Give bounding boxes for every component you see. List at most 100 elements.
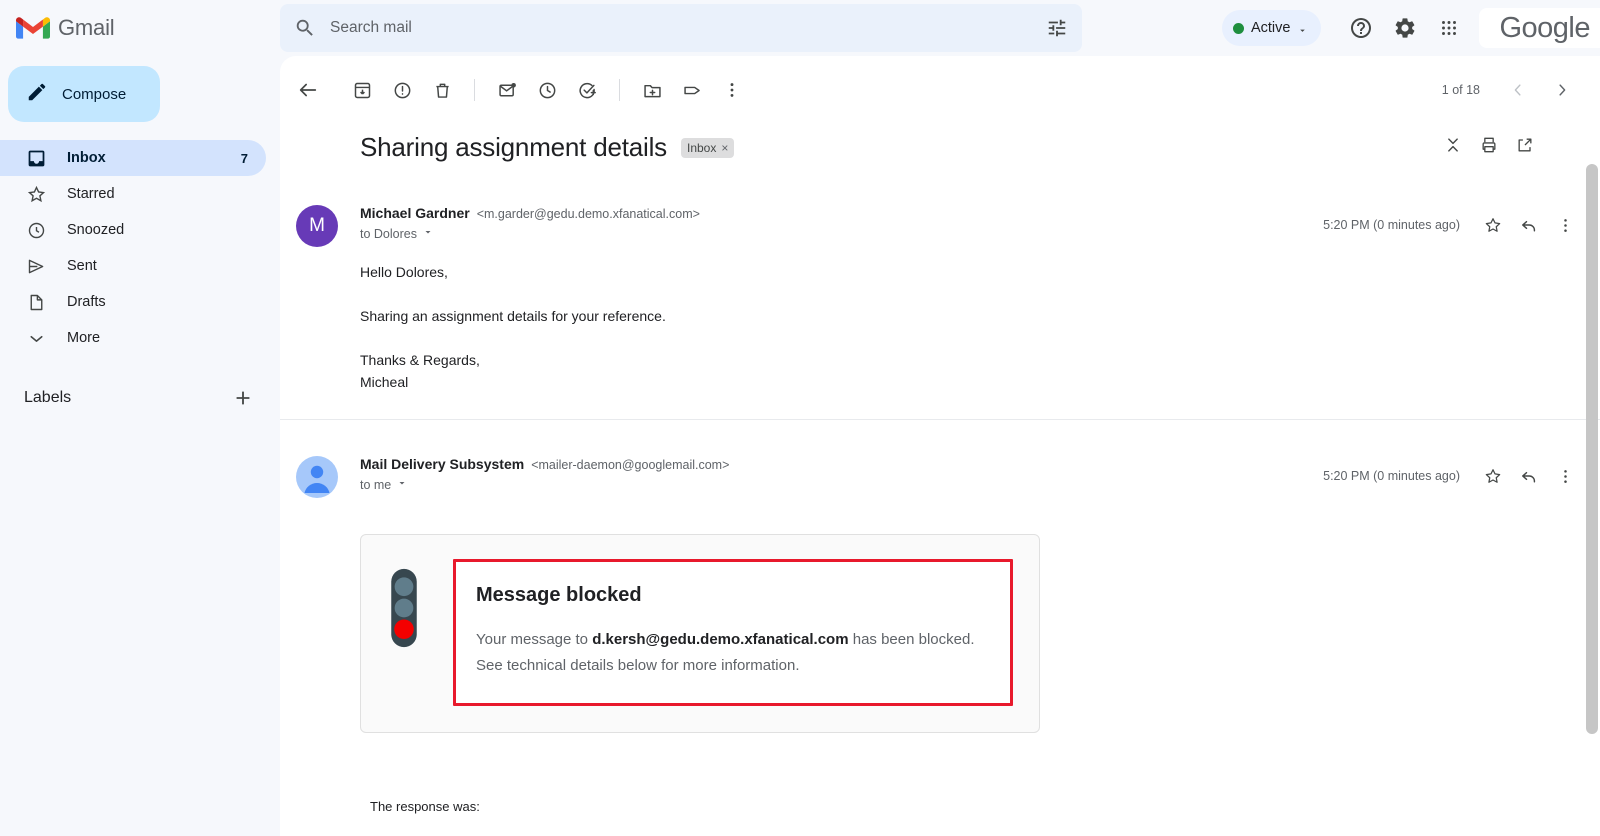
message-1-actions: 5:20 PM (0 minutes ago)	[1323, 201, 1582, 247]
message-toolbar: 1 of 18	[280, 66, 1600, 114]
chevron-down-icon	[422, 226, 434, 241]
inbox-unread-count: 7	[240, 150, 248, 166]
sidebar-item-snoozed[interactable]: Snoozed	[0, 212, 266, 248]
avatar[interactable]: M	[296, 205, 338, 247]
toolbar-divider	[619, 79, 620, 101]
chevron-down-icon	[26, 328, 47, 349]
recipient-line[interactable]: to me	[360, 477, 1323, 492]
clock-icon	[26, 220, 47, 241]
print-button[interactable]	[1472, 128, 1506, 162]
close-icon[interactable]: ×	[721, 141, 728, 155]
google-account-panel[interactable]: Google	[1479, 8, 1600, 48]
sidebar-item-drafts[interactable]: Drafts	[0, 284, 266, 320]
gmail-wordmark: Gmail	[58, 15, 115, 40]
help-button[interactable]	[1339, 6, 1383, 50]
sender-email: <mailer-daemon@googlemail.com>	[531, 458, 730, 472]
recipient-text: to me	[360, 477, 392, 492]
body-paragraph: Sharing an assignment details for your r…	[360, 308, 666, 324]
labels-title: Labels	[24, 389, 72, 406]
sidebar-item-sent[interactable]: Sent	[0, 248, 266, 284]
status-label: Active	[1250, 20, 1291, 36]
top-bar: Gmail Active	[0, 0, 1600, 56]
message-timestamp: 5:20 PM (0 minutes ago)	[1323, 469, 1460, 483]
recipient-line[interactable]: to Dolores	[360, 226, 1323, 241]
draft-icon	[26, 292, 47, 313]
sidebar-item-inbox[interactable]: Inbox 7	[0, 140, 266, 176]
prev-page-button[interactable]	[1498, 70, 1538, 110]
google-apps-button[interactable]	[1427, 6, 1471, 50]
open-in-new-window-button[interactable]	[1508, 128, 1542, 162]
sidebar: Compose Inbox 7 Starred Snoozed Sent Dra…	[0, 56, 280, 836]
add-label-icon[interactable]	[232, 387, 254, 409]
star-button[interactable]	[1476, 459, 1510, 493]
page-title: Sharing assignment details	[360, 132, 667, 162]
message-pane: 1 of 18 Sharing assignment details Inbox…	[280, 56, 1600, 836]
thread-label-chip[interactable]: Inbox ×	[680, 137, 735, 158]
status-dot-icon	[1232, 22, 1244, 34]
inbox-icon	[26, 148, 47, 169]
compose-button[interactable]: Compose	[8, 66, 160, 122]
message-2: Mail Delivery Subsystem <mailer-daemon@g…	[280, 440, 1600, 836]
message-2-header: Mail Delivery Subsystem <mailer-daemon@g…	[280, 452, 1600, 498]
message-2-actions: 5:20 PM (0 minutes ago)	[1323, 452, 1582, 498]
next-page-button[interactable]	[1542, 70, 1582, 110]
top-bar-right: Active Google	[1082, 0, 1600, 56]
message-more-button[interactable]	[1548, 459, 1582, 493]
search-input[interactable]	[330, 19, 1046, 37]
reply-button[interactable]	[1512, 459, 1546, 493]
sidebar-item-starred[interactable]: Starred	[0, 176, 266, 212]
recipient-text: to Dolores	[360, 226, 417, 241]
sidebar-item-more[interactable]: More	[0, 320, 266, 356]
add-to-tasks-button[interactable]	[567, 70, 607, 110]
delete-button[interactable]	[422, 70, 462, 110]
search-filter-icon[interactable]	[1046, 17, 1068, 39]
more-options-button[interactable]	[712, 70, 752, 110]
message-1-body: Hello Dolores, Sharing an assignment det…	[280, 247, 1600, 393]
body-greeting: Hello Dolores,	[360, 264, 448, 280]
settings-button[interactable]	[1383, 6, 1427, 50]
mark-unread-button[interactable]	[487, 70, 527, 110]
star-icon	[26, 184, 47, 205]
google-wordmark: Google	[1499, 11, 1590, 44]
gmail-logo-icon	[16, 15, 50, 41]
chevron-down-icon	[396, 477, 408, 492]
sidebar-item-label: Inbox	[67, 150, 106, 166]
thread-actions	[1436, 128, 1542, 162]
labels-section-header: Labels	[0, 378, 280, 418]
blocked-description: Your message to d.kersh@gedu.demo.xfanat…	[476, 627, 988, 679]
toolbar-divider	[474, 79, 475, 101]
sender-line: Michael Gardner <m.garder@gedu.demo.xfan…	[360, 205, 1323, 221]
sender-name: Michael Gardner	[360, 205, 470, 221]
sidebar-item-label: Sent	[67, 258, 97, 274]
report-spam-button[interactable]	[382, 70, 422, 110]
search-bar[interactable]	[280, 4, 1082, 52]
blocked-notice-box: Message blocked Your message to d.kersh@…	[453, 559, 1013, 706]
archive-button[interactable]	[342, 70, 382, 110]
message-timestamp: 5:20 PM (0 minutes ago)	[1323, 218, 1460, 232]
status-chip[interactable]: Active	[1221, 10, 1322, 46]
sender-name: Mail Delivery Subsystem	[360, 456, 525, 472]
compose-label: Compose	[62, 85, 127, 103]
message-more-button[interactable]	[1548, 208, 1582, 242]
back-button[interactable]	[288, 70, 328, 110]
sidebar-item-label: More	[67, 330, 101, 346]
collapse-all-button[interactable]	[1436, 128, 1470, 162]
star-button[interactable]	[1476, 208, 1510, 242]
snooze-button[interactable]	[527, 70, 567, 110]
gmail-brand[interactable]: Gmail	[0, 0, 280, 56]
vertical-scrollbar[interactable]	[1586, 164, 1598, 836]
sidebar-item-label: Starred	[67, 186, 115, 202]
blocked-text-before: Your message to	[476, 631, 593, 648]
chevron-down-icon	[1297, 23, 1308, 34]
labels-button[interactable]	[672, 70, 712, 110]
body-signoff: Thanks & Regards,	[360, 352, 480, 368]
avatar[interactable]	[296, 456, 338, 498]
search-icon	[294, 17, 316, 39]
move-to-button[interactable]	[632, 70, 672, 110]
message-1: M Michael Gardner <m.garder@gedu.demo.xf…	[280, 189, 1600, 420]
message-blocked-card: Message blocked Your message to d.kersh@…	[360, 534, 1040, 733]
thread-subject-row: Sharing assignment details Inbox ×	[280, 114, 1600, 163]
reply-button[interactable]	[1512, 208, 1546, 242]
scrollbar-thumb[interactable]	[1586, 164, 1598, 734]
pencil-icon	[26, 81, 48, 108]
